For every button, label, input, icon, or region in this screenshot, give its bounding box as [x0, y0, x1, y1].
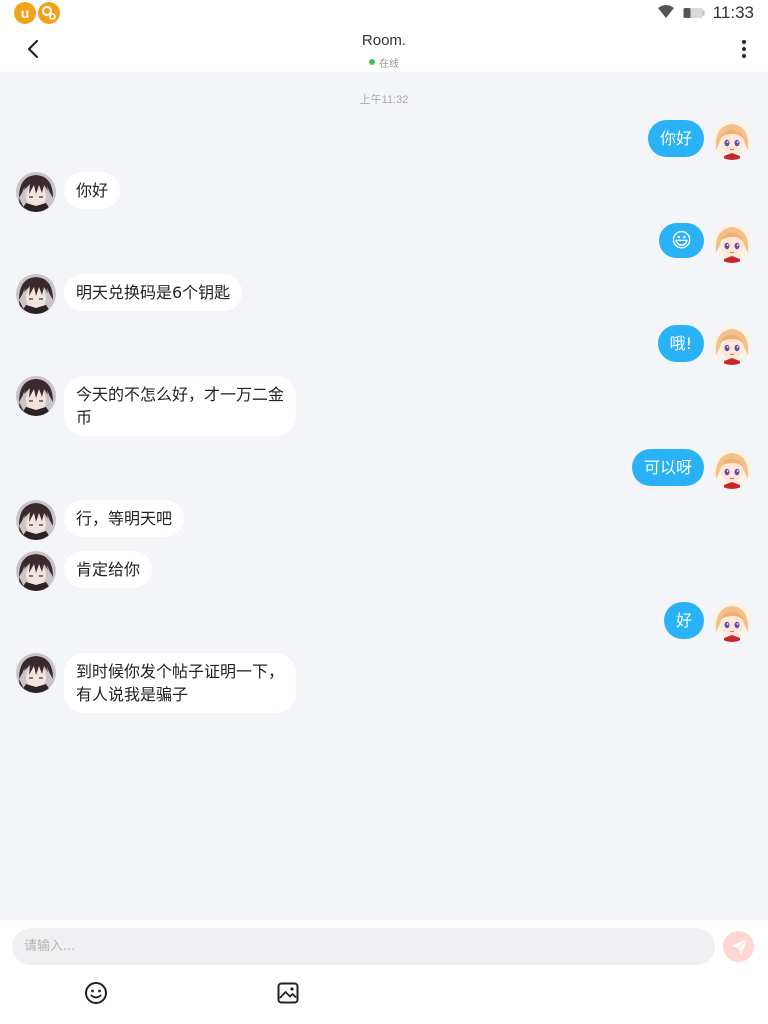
message-timestamp: 上午11:32: [359, 94, 409, 106]
app-gear-icon: [38, 2, 60, 24]
contact-avatar[interactable]: [16, 172, 56, 212]
status-bar: u 11:33: [0, 0, 768, 26]
online-status-text: 在线: [379, 58, 399, 70]
message-bubble-outgoing[interactable]: 哦!: [657, 325, 704, 362]
message-bubble-incoming[interactable]: 行，等明天吧: [64, 500, 185, 537]
send-icon: [730, 938, 747, 955]
message-bubble-outgoing[interactable]: 好: [663, 602, 704, 639]
message-bubble-outgoing[interactable]: 你好: [647, 120, 704, 157]
message-bubble-incoming[interactable]: 今天的不怎么好，才一万二金币: [64, 376, 296, 436]
contact-avatar[interactable]: [16, 376, 56, 416]
my-avatar[interactable]: [712, 602, 752, 642]
send-button[interactable]: [723, 931, 754, 962]
wifi-icon: [657, 4, 675, 23]
my-avatar[interactable]: [712, 325, 752, 365]
emoji-icon: [85, 982, 107, 1004]
more-options-button[interactable]: [734, 36, 754, 62]
contact-avatar[interactable]: [16, 274, 56, 314]
chat-message-list[interactable]: 上午11:32 你好 你好 😃 明天兑换码是6个钥匙 哦! 今天的不怎么好，才一…: [0, 72, 768, 920]
app-u-icon: u: [14, 2, 36, 24]
message-bubble-incoming[interactable]: 明天兑换码是6个钥匙: [64, 274, 243, 311]
message-input[interactable]: [12, 928, 715, 965]
status-time: 11:33: [712, 3, 754, 22]
message-bubble-incoming[interactable]: 肯定给你: [64, 551, 153, 588]
image-button[interactable]: [275, 980, 301, 1006]
my-avatar[interactable]: [712, 449, 752, 489]
contact-avatar[interactable]: [16, 500, 56, 540]
contact-avatar[interactable]: [16, 551, 56, 591]
more-dot: [742, 54, 746, 58]
message-bubble-incoming[interactable]: 你好: [64, 172, 121, 209]
more-vertical-icon: [742, 40, 746, 44]
more-dot: [742, 47, 746, 51]
my-avatar[interactable]: [712, 120, 752, 160]
message-bubble-incoming[interactable]: 到时候你发个帖子证明一下，有人说我是骗子: [64, 653, 296, 713]
chat-header: Room. 在线: [0, 26, 768, 72]
message-input-bar: [0, 920, 768, 1024]
online-dot-icon: [369, 59, 375, 65]
online-status: 在线: [369, 55, 399, 70]
message-bubble-outgoing-emoji[interactable]: 😃: [659, 223, 704, 258]
contact-avatar[interactable]: [16, 653, 56, 693]
image-icon: [277, 982, 299, 1004]
emoji-button[interactable]: [83, 980, 109, 1006]
my-avatar[interactable]: [712, 223, 752, 263]
notification-icons: u: [14, 2, 60, 24]
battery-icon: [683, 4, 705, 23]
message-bubble-outgoing[interactable]: 可以呀: [631, 449, 704, 486]
room-title: Room.: [361, 32, 407, 49]
